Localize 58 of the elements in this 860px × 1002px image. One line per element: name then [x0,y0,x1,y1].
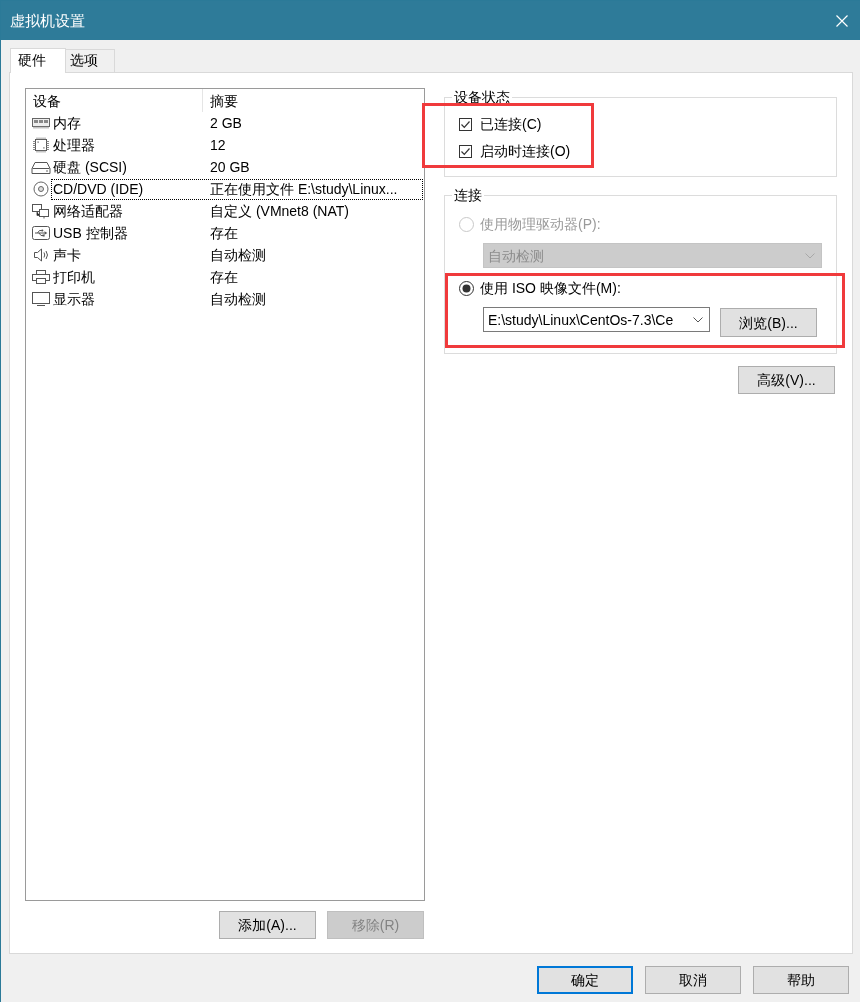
close-icon[interactable] [836,14,848,27]
checkbox-label[interactable]: 已连接(C) [480,115,542,133]
caret-icon [693,316,703,323]
column-header[interactable]: 摘要 [203,89,424,112]
printer-icon [31,269,51,285]
device-row[interactable]: CD/DVD (IDE) 正在使用文件 E:\study\Linux... [51,178,423,200]
dialog-button[interactable]: 取消 [645,966,741,994]
network-icon [31,203,51,219]
tab[interactable]: 选项 [65,49,115,72]
memory-module-icon [31,115,51,131]
column-header[interactable]: 设备 [26,89,203,112]
tab[interactable]: 硬件 [10,48,66,73]
device-row[interactable]: 声卡 自动检测 [51,244,423,266]
device-summary: 正在使用文件 E:\study\Linux... [209,180,398,198]
disc-icon [31,181,51,197]
device-summary: 自定义 (VMnet8 (NAT) [209,202,349,220]
device-name: 硬盘 (SCSI) [52,158,128,176]
speaker-icon [31,247,51,263]
device-row[interactable]: 打印机 存在 [51,266,423,288]
device-name: 网络适配器 [52,202,124,220]
add-button[interactable]: 添加(A)... [219,911,316,939]
device-name: CD/DVD (IDE) [52,180,145,198]
device-summary: 2 GB [209,114,242,132]
checkbox-label[interactable]: 启动时连接(O) [480,142,571,160]
device-name: 内存 [52,114,82,132]
monitor-icon [31,291,51,307]
device-row[interactable]: 网络适配器 自定义 (VMnet8 (NAT) [51,200,423,222]
checkbox[interactable] [459,144,472,158]
device-summary: 12 [209,136,226,154]
device-name: 打印机 [52,268,96,286]
device-summary: 自动检测 [209,290,266,308]
device-row[interactable]: USB 控制器 存在 [51,222,423,244]
device-name: 声卡 [52,246,82,264]
device-summary: 20 GB [209,158,250,176]
device-name: USB 控制器 [52,224,129,242]
default-button[interactable]: 确定 [537,966,633,994]
device-row[interactable]: 硬盘 (SCSI) 20 GB [51,156,423,178]
device-name: 处理器 [52,136,96,154]
usb-icon [31,225,51,241]
device-summary: 存在 [209,268,238,286]
chip-icon [31,137,51,153]
device-row[interactable]: 处理器 12 [51,134,423,156]
group-title: 连接 [453,186,483,204]
device-row[interactable]: 显示器 自动检测 [51,288,423,310]
radio-button[interactable] [459,280,474,296]
device-summary: 自动检测 [209,246,266,264]
device-summary: 存在 [209,224,238,242]
advanced-button[interactable]: 高级(V)... [738,366,835,394]
combo-box[interactable]: E:\study\Linux\CentOs-7.3\Ce [483,307,710,332]
browse-button[interactable]: 浏览(B)... [720,308,817,337]
dialog-button[interactable]: 帮助 [753,966,849,994]
window-title: 虚拟机设置 [10,10,85,31]
device-row[interactable]: 内存 2 GB [51,112,423,134]
caret-icon [805,252,815,259]
checkbox[interactable] [459,117,472,131]
radio-label[interactable]: 使用 ISO 映像文件(M): [480,279,621,297]
device-name: 显示器 [52,290,96,308]
hard-drive-icon [31,159,51,175]
